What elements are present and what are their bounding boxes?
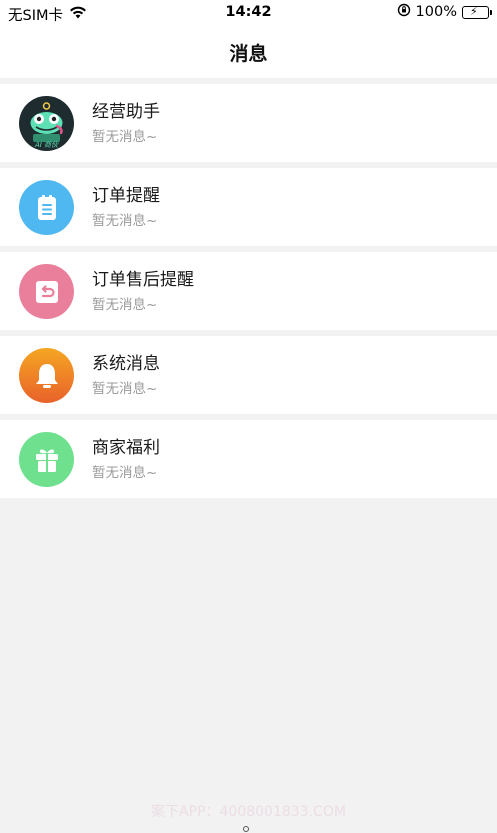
return-box-icon [19, 264, 74, 319]
gift-icon [19, 432, 74, 487]
item-title: 订单提醒 [92, 186, 160, 206]
nav-bar: 消息 [0, 26, 497, 78]
item-text: 订单售后提醒 暂无消息~ [92, 269, 194, 314]
item-subtitle: 暂无消息~ [92, 297, 158, 313]
avatar-caption: AI 商伙 [34, 141, 59, 149]
page-title: 消息 [229, 42, 268, 65]
item-title: 系统消息 [92, 354, 160, 374]
item-subtitle: 暂无消息~ [92, 213, 158, 229]
item-text: 经营助手 暂无消息~ [92, 101, 160, 146]
charging-bolt-icon: ⚡ [470, 4, 478, 18]
item-text: 商家福利 暂无消息~ [92, 437, 160, 482]
item-title: 经营助手 [92, 102, 160, 122]
orientation-lock-icon [397, 3, 411, 21]
assistant-mascot-icon: AI 商伙 [19, 96, 74, 151]
status-right: 100% ⚡ [397, 3, 492, 21]
item-text: 系统消息 暂无消息~ [92, 353, 160, 398]
watermark: 案下APP：4008001833.COM [151, 804, 346, 820]
clipboard-icon [19, 180, 74, 235]
list-item-after-sales-reminder[interactable]: 订单售后提醒 暂无消息~ [0, 252, 497, 330]
list-item-system-messages[interactable]: 系统消息 暂无消息~ [0, 336, 497, 414]
item-title: 订单售后提醒 [92, 270, 194, 290]
item-title: 商家福利 [92, 438, 160, 458]
status-bar: 无SIM卡 14:42 100% ⚡ [0, 0, 497, 26]
bell-icon [19, 348, 74, 403]
list-item-order-reminder[interactable]: 订单提醒 暂无消息~ [0, 168, 497, 246]
message-list: AI 商伙 经营助手 暂无消息~ 订单提醒 暂无消息~ 订单售后提醒 暂无消息~… [0, 78, 497, 498]
item-subtitle: 暂无消息~ [92, 381, 158, 397]
item-text: 订单提醒 暂无消息~ [92, 185, 160, 230]
item-subtitle: 暂无消息~ [92, 129, 158, 145]
item-subtitle: 暂无消息~ [92, 465, 158, 481]
home-indicator-dot [243, 826, 249, 832]
list-item-business-assistant[interactable]: AI 商伙 经营助手 暂无消息~ [0, 84, 497, 162]
list-item-merchant-benefits[interactable]: 商家福利 暂无消息~ [0, 420, 497, 498]
battery-percent: 100% [415, 4, 457, 20]
battery-icon: ⚡ [462, 4, 492, 19]
